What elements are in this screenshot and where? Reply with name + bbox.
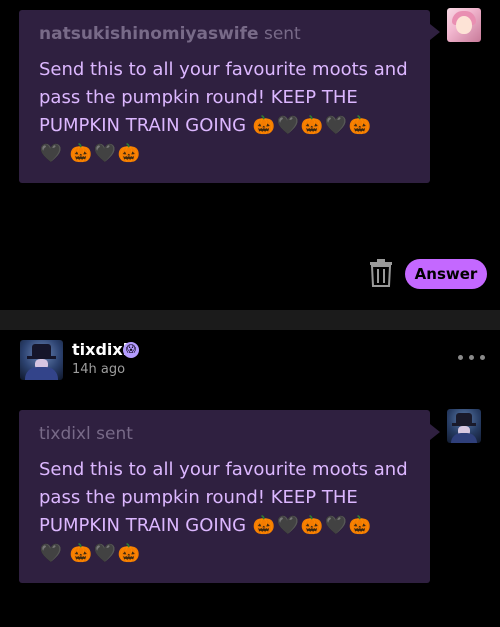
more-dot-icon xyxy=(458,355,463,360)
avatar-cloak xyxy=(451,433,477,443)
avatar-cloak xyxy=(25,367,58,380)
black-heart-emoji: 🖤 xyxy=(39,143,63,164)
delete-button[interactable] xyxy=(369,259,393,287)
more-dot-icon xyxy=(469,355,474,360)
ask-message: Send this to all your favourite moots an… xyxy=(39,56,410,168)
sender-avatar[interactable] xyxy=(447,409,481,443)
pumpkin-emoji: 🎃 xyxy=(300,515,324,536)
more-options-button[interactable] xyxy=(457,352,487,364)
pumpkin-emoji: 🎃 xyxy=(252,115,276,136)
ask-sender-line: natsukishinomiyaswife sent xyxy=(39,24,410,44)
ask-card-2: tixdixl sent Send this to all your favou… xyxy=(19,410,440,583)
black-heart-emoji: 🖤 xyxy=(93,543,116,564)
pumpkin-emoji: 🎃 xyxy=(69,143,92,164)
avatar-face xyxy=(456,16,472,34)
ask-sender-suffix: sent xyxy=(96,424,133,444)
sender-avatar[interactable] xyxy=(447,8,481,42)
black-heart-emoji: 🖤 xyxy=(276,515,300,536)
ask-sender-name[interactable]: tixdixl xyxy=(39,424,91,444)
trash-icon xyxy=(370,259,392,287)
ask-sender-name[interactable]: natsukishinomiyaswife xyxy=(39,24,259,44)
post-timestamp[interactable]: 14h ago xyxy=(72,362,125,378)
post-divider xyxy=(0,310,500,330)
pumpkin-emoji: 🎃 xyxy=(117,143,140,164)
ask-card-1: natsukishinomiyaswife sent Send this to … xyxy=(19,10,440,183)
post-username[interactable]: tixdixl xyxy=(72,340,128,360)
more-dot-icon xyxy=(480,355,485,360)
pumpkin-emoji: 🎃 xyxy=(69,543,92,564)
pumpkin-emoji: 🎃 xyxy=(300,115,324,136)
scream-emoji-icon: 😱 xyxy=(123,342,139,358)
ask-message: Send this to all your favourite moots an… xyxy=(39,456,410,568)
pumpkin-emoji: 🎃 xyxy=(117,543,140,564)
black-heart-emoji: 🖤 xyxy=(324,115,348,136)
black-heart-emoji: 🖤 xyxy=(93,143,116,164)
post-author-avatar[interactable] xyxy=(20,340,63,380)
pumpkin-emoji: 🎃 xyxy=(252,515,276,536)
black-heart-emoji: 🖤 xyxy=(324,515,348,536)
ask-sender-line: tixdixl sent xyxy=(39,424,410,444)
black-heart-emoji: 🖤 xyxy=(276,115,300,136)
pumpkin-emoji: 🎃 xyxy=(348,515,372,536)
black-heart-emoji: 🖤 xyxy=(39,543,63,564)
ask-sender-suffix: sent xyxy=(263,24,301,44)
answer-button[interactable]: Answer xyxy=(405,259,487,289)
pumpkin-emoji: 🎃 xyxy=(348,115,372,136)
